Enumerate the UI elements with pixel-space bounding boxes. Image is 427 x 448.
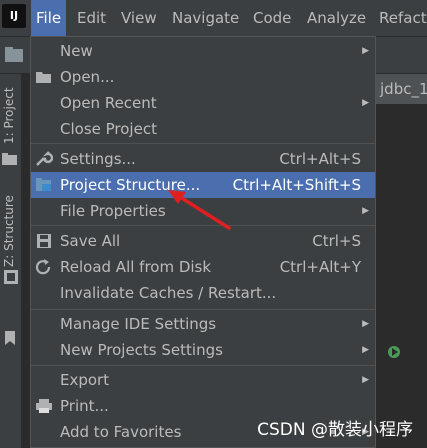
annotation-arrow-icon (168, 190, 231, 230)
watermark: CSDN @散装小程序 (257, 420, 413, 440)
